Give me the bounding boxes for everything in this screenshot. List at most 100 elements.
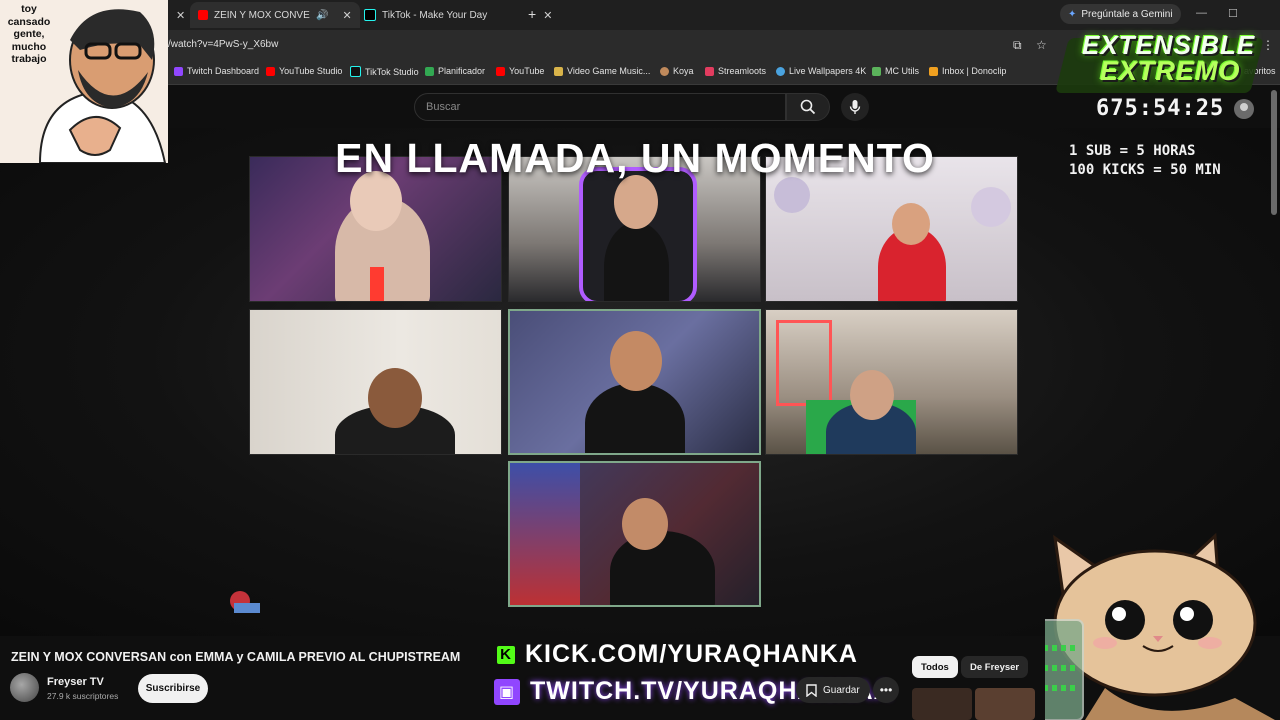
bookmark-label: Inbox | Donoclip [942, 66, 1007, 76]
bookmark-koya[interactable]: Koya [660, 66, 694, 76]
voice-search-button[interactable] [841, 93, 869, 121]
bookmark-icon [806, 683, 817, 697]
close-icon[interactable]: ✕ [176, 9, 185, 22]
bookmark-label: Streamloots [718, 66, 767, 76]
speech-line: gente, [13, 28, 45, 40]
streamer-mascot-panel: toy cansado gente, mucho trabajo [0, 0, 168, 163]
subscribe-button[interactable]: Suscribirse [138, 674, 208, 703]
new-tab-button[interactable]: + [528, 6, 536, 22]
bookmark-streamloots[interactable]: Streamloots [705, 66, 766, 76]
speech-line: toy [21, 3, 37, 15]
url-input[interactable]: /watch?v=4PwS-y_X6bw [168, 39, 278, 50]
bookmark-label: Planificador [438, 66, 486, 76]
save-label: Guardar [823, 684, 860, 696]
speech-line: trabajo [11, 53, 47, 65]
video-tile-7 [508, 461, 761, 607]
subathon-timer: 675:54:25 [1096, 96, 1225, 121]
participant [585, 383, 685, 453]
tab-close-partial[interactable]: ✕ [168, 4, 185, 26]
channel-name[interactable]: Freyser TV [47, 676, 104, 688]
tab-bar: ✕ ZEIN Y MOX CONVERSAN 🔊 ✕ TikTok - Make… [0, 0, 1280, 30]
participant [610, 531, 715, 605]
close-icon[interactable]: ✕ [543, 9, 552, 22]
channel-watermark-logo [230, 591, 260, 613]
cat-mascot-overlay [1045, 532, 1275, 720]
star-icon[interactable]: ☆ [1036, 38, 1047, 52]
youtube-icon [198, 10, 208, 20]
bookmark-label: MC Utils [885, 66, 919, 76]
gemini-label: Pregúntale a Gemini [1081, 8, 1173, 20]
page-scrollbar[interactable] [1271, 90, 1277, 215]
gemini-button[interactable]: ✦ Pregúntale a Gemini [1060, 4, 1181, 24]
bookmark-tiktok-studio[interactable]: TikTok Studio [350, 66, 419, 77]
participant-head [892, 203, 930, 245]
kick-icon: K [497, 645, 515, 664]
rule-line: 1 SUB = 5 HORAS [1069, 143, 1196, 159]
bookmark-label: TikTok Studio [365, 66, 419, 77]
maximize-icon[interactable]: ☐ [1228, 7, 1238, 20]
speech-line: cansado [7, 15, 51, 28]
search-input[interactable]: Buscar [414, 93, 786, 121]
balloon [971, 187, 1011, 227]
koya-icon [660, 66, 669, 76]
extensible-extremo-logo: EXTENSIBLE EXTREMO [1055, 30, 1264, 96]
close-icon[interactable]: ✕ [342, 9, 351, 22]
search-button[interactable] [786, 93, 830, 121]
chip-de-freyser[interactable]: De Freyser [961, 656, 1029, 678]
bookmark-youtube[interactable]: YouTube [496, 66, 544, 76]
bookmark-label: Live Wallpapers 4K [789, 66, 867, 76]
calendar-icon [425, 66, 434, 76]
bookmark-mc-utils[interactable]: MC Utils [872, 66, 919, 76]
channel-subscriber-count: 27.9 k suscriptores [47, 691, 119, 701]
more-icon: ••• [879, 683, 893, 697]
tiktok-icon [350, 66, 361, 77]
bookmark-planificador[interactable]: Planificador [425, 66, 485, 76]
speaker-icon[interactable]: 🔊 [316, 10, 328, 21]
bookmark-label: Koya [673, 66, 694, 76]
rule-line: 100 KICKS = 50 MIN [1069, 162, 1221, 178]
chip-todos[interactable]: Todos [912, 656, 958, 678]
twitch-icon [174, 66, 183, 76]
channel-avatar[interactable] [10, 673, 39, 702]
bookmark-youtube-studio[interactable]: YouTube Studio [266, 66, 342, 76]
twitch-icon: ▣ [494, 678, 520, 705]
participant-head [850, 370, 894, 420]
bookmark-donoclip[interactable]: Inbox | Donoclip [929, 66, 1006, 76]
microphone-icon [849, 100, 861, 114]
more-actions-button[interactable]: ••• [873, 677, 899, 703]
call-status-title: EN LLAMADA, UN MOMENTO [335, 135, 935, 181]
gemini-icon: ✦ [1068, 8, 1077, 20]
kick-url: KICK.COM/YURAQHANKA [525, 640, 858, 668]
tab-youtube[interactable]: ZEIN Y MOX CONVERSAN 🔊 ✕ [190, 2, 360, 28]
bookmark-label: YouTube [509, 66, 545, 76]
subathon-rules: 1 SUB = 5 HORAS 100 KICKS = 50 MIN [1069, 142, 1221, 180]
bookmark-label: YouTube Studio [279, 66, 343, 76]
recommended-thumbnail[interactable] [975, 688, 1035, 720]
tab-title: TikTok - Make Your Day [382, 9, 488, 21]
profile-avatar-icon[interactable] [1233, 98, 1255, 120]
minimize-icon[interactable]: — [1196, 7, 1207, 19]
donoclip-icon [929, 66, 938, 76]
logo-line-2: EXTREMO [1100, 56, 1241, 86]
mc-utils-icon [872, 66, 881, 76]
participant-head [622, 498, 668, 550]
bookmark-label: Twitch Dashboard [187, 66, 260, 76]
install-icon[interactable]: ⧉ [1013, 38, 1022, 53]
kick-link-overlay: K KICK.COM/YURAQHANKA [497, 640, 858, 669]
music-icon [554, 66, 563, 76]
participant-head [368, 368, 422, 428]
bookmark-twitch-dashboard[interactable]: Twitch Dashboard [174, 66, 259, 76]
save-button[interactable]: Guardar [796, 677, 870, 703]
tab-tiktok[interactable]: TikTok - Make Your Day ✕ [364, 4, 552, 26]
video-tile-6 [765, 309, 1018, 455]
bookmark-live-wallpapers[interactable]: Live Wallpapers 4K [776, 66, 866, 76]
recommended-thumbnail[interactable] [912, 688, 972, 720]
participant [604, 222, 669, 301]
bookmark-video-game-music[interactable]: Video Game Music... [554, 66, 650, 76]
shelf-lights [510, 463, 580, 605]
search-icon [800, 99, 816, 115]
video-tile-5-active-speaker [508, 309, 761, 455]
video-title: ZEIN Y MOX CONVERSAN con EMMA y CAMILA P… [11, 650, 461, 664]
menu-icon[interactable]: ⋮ [1262, 38, 1274, 52]
youtube-studio-icon [266, 66, 275, 76]
